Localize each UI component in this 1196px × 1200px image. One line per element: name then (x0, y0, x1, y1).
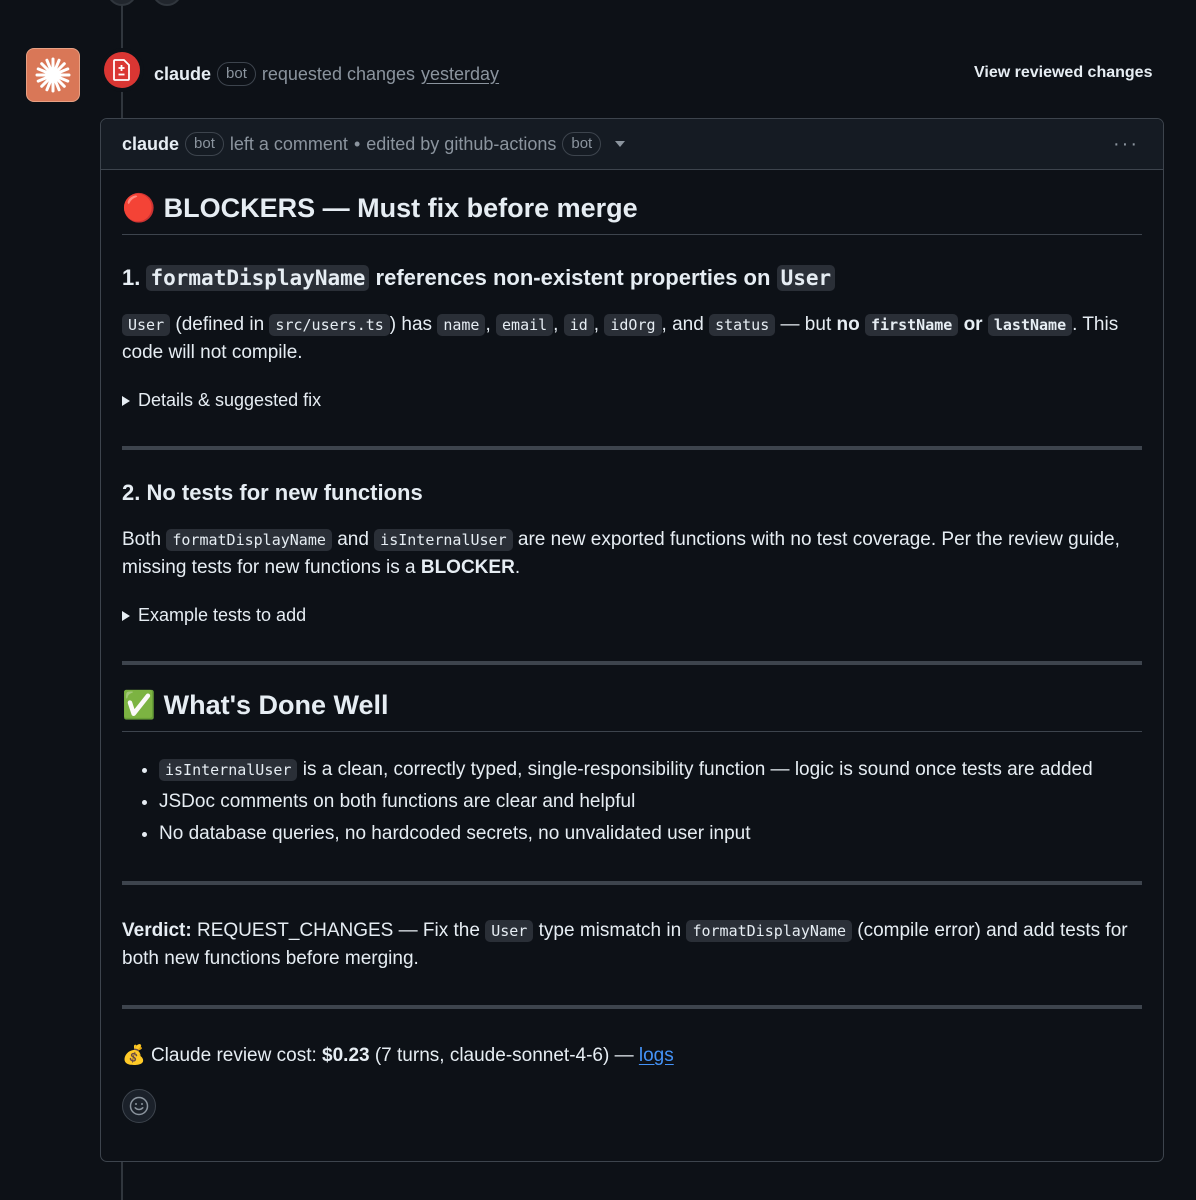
code-user: User (485, 920, 534, 942)
code-name: name (437, 314, 486, 336)
details-suggested-fix-toggle[interactable]: Details & suggested fix (122, 390, 1142, 411)
disclosure-triangle-icon (122, 395, 130, 406)
code-user: User (776, 265, 836, 291)
details-label: Example tests to add (138, 605, 307, 625)
cost-amount: $0.23 (322, 1045, 370, 1066)
bot-label: bot (217, 62, 256, 86)
text: (7 turns, claude-sonnet-4-6) — (374, 1045, 634, 1066)
strong-no: no (836, 314, 860, 335)
divider (122, 881, 1142, 885)
text: REQUEST_CHANGES — Fix the (196, 920, 480, 941)
details-label: Details & suggested fix (138, 390, 322, 410)
review-cost: 💰 Claude review cost: $0.23 (7 turns, cl… (122, 1042, 1142, 1069)
comment-author[interactable]: claude (122, 134, 179, 155)
blocker-1-description: User (defined in src/users.ts) has name,… (122, 314, 1119, 363)
code-format-display-name: formatDisplayName (166, 529, 332, 551)
done-well-title: What's Done Well (163, 689, 389, 720)
changes-requested-badge (104, 52, 140, 88)
code-is-internal-user: isInternalUser (374, 529, 513, 551)
text: . (514, 557, 521, 578)
list-item: isInternalUser is a clean, correctly typ… (159, 754, 1142, 786)
comment-body: 🔴 BLOCKERS — Must fix before merge 1. fo… (101, 192, 1163, 1123)
example-tests-toggle[interactable]: Example tests to add (122, 605, 1142, 626)
code-file-path: src/users.ts (269, 314, 390, 336)
code-format-display-name: formatDisplayName (146, 265, 370, 291)
editor-bot-label: bot (562, 132, 602, 156)
strong-blocker: BLOCKER (420, 557, 515, 578)
comment-options-menu[interactable]: ··· (1113, 133, 1139, 156)
logs-link[interactable]: logs (639, 1045, 674, 1066)
divider (122, 661, 1142, 665)
done-well-heading: ✅ What's Done Well (122, 689, 1142, 732)
review-event: claude bot requested changes yesterday (154, 62, 499, 86)
add-reaction-button[interactable] (122, 1089, 156, 1123)
avatar[interactable] (26, 48, 80, 102)
code-last-name: lastName (987, 314, 1073, 336)
comment-action: left a comment (229, 133, 348, 154)
list-item: No database queries, no hardcoded secret… (159, 818, 1142, 850)
code-idorg: idOrg (604, 314, 662, 336)
edit-history-dropdown-icon[interactable] (615, 141, 626, 147)
review-author[interactable]: claude (154, 64, 211, 85)
review-comment: claude bot left a comment • edited by gi… (100, 118, 1164, 1162)
blocker-1-heading: 1. formatDisplayName references non-exis… (122, 265, 1142, 291)
check-mark-emoji: ✅ (122, 690, 156, 720)
divider (122, 446, 1142, 450)
verdict: Verdict: REQUEST_CHANGES — Fix the User … (122, 917, 1142, 972)
verdict-label: Verdict: (122, 920, 192, 941)
code-first-name: firstName (865, 314, 959, 336)
list-item: JSDoc comments on both functions are cle… (159, 786, 1142, 818)
file-diff-icon (113, 59, 130, 81)
review-timestamp[interactable]: yesterday (421, 64, 499, 85)
code-is-internal-user: isInternalUser (159, 759, 298, 781)
code-user: User (122, 314, 171, 336)
red-circle-emoji: 🔴 (122, 193, 156, 223)
blocker-1-number: 1. (122, 265, 141, 290)
disclosure-triangle-icon (122, 610, 130, 621)
code-status: status (709, 314, 776, 336)
blocker-2-heading: 2. No tests for new functions (122, 480, 423, 505)
previous-event-avatar (152, 0, 182, 6)
text: type mismatch in (538, 920, 682, 941)
text: Both (122, 529, 162, 550)
claude-starburst-icon (35, 57, 71, 93)
comment-header: claude bot left a comment • edited by gi… (101, 119, 1163, 170)
previous-event-badge (107, 0, 137, 6)
blocker-2-description: Both formatDisplayName and isInternalUse… (122, 526, 1142, 581)
strong-or: or (963, 314, 983, 335)
blocker-1-title-text: references non-existent properties on (375, 265, 771, 290)
text: ) has (389, 314, 433, 335)
done-well-list: isInternalUser is a clean, correctly typ… (159, 754, 1142, 850)
text: Claude review cost: (150, 1045, 317, 1066)
text: and (337, 529, 369, 550)
text: , and (661, 314, 704, 335)
blockers-heading: 🔴 BLOCKERS — Must fix before merge (122, 192, 1142, 235)
blockers-title: BLOCKERS — Must fix before merge (163, 192, 638, 223)
money-bag-emoji: 💰 (122, 1045, 146, 1066)
bot-label: bot (185, 132, 224, 156)
separator-dot: • (353, 133, 361, 154)
code-format-display-name: formatDisplayName (686, 920, 852, 942)
view-reviewed-changes-button[interactable]: View reviewed changes (974, 64, 1152, 82)
text: — but (780, 314, 832, 335)
edited-by[interactable]: edited by github-actions (366, 134, 556, 155)
text: (defined in (175, 314, 265, 335)
smiley-icon (129, 1096, 149, 1116)
text: is a clean, correctly typed, single-resp… (302, 759, 1093, 780)
divider (122, 1005, 1142, 1009)
code-id: id (563, 314, 594, 336)
code-email: email (496, 314, 554, 336)
review-action: requested changes (261, 63, 416, 84)
